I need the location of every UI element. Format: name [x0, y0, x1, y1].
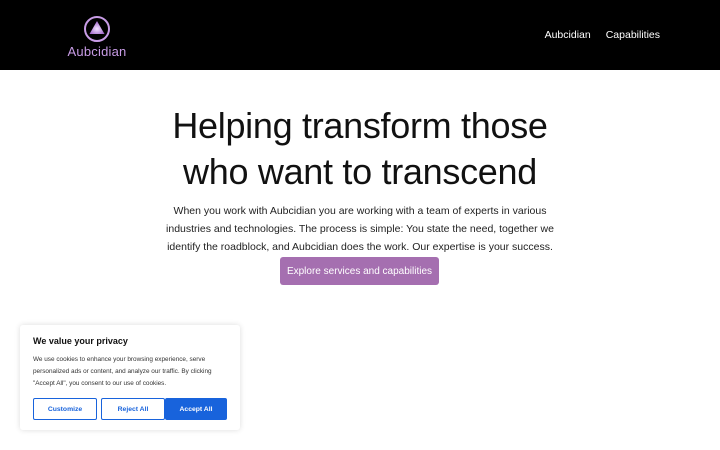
hero-description: When you work with Aubcidian you are wor…	[166, 205, 554, 253]
customize-button[interactable]: Customize	[33, 398, 97, 420]
cookie-banner-title: We value your privacy	[33, 336, 128, 346]
hero-title-line-2: who want to transcend	[183, 151, 537, 192]
hero-title: Helping transform those who want to tran…	[0, 103, 720, 195]
hero-title-line-1: Helping transform those	[172, 105, 548, 146]
hero-section: Helping transform those who want to tran…	[0, 103, 720, 256]
nav-link-aubcidian[interactable]: Aubcidian	[545, 29, 591, 41]
top-navigation-bar: Aubcidian Aubcidian Capabilities	[0, 0, 720, 70]
brand-logo-link[interactable]: Aubcidian	[66, 14, 128, 59]
main-nav: Aubcidian Capabilities	[545, 29, 660, 41]
brand-name: Aubcidian	[67, 44, 127, 59]
cookie-banner-text: We use cookies to enhance your browsing …	[33, 356, 212, 387]
cookie-consent-banner: We value your privacy We use cookies to …	[20, 325, 240, 430]
reject-all-button[interactable]: Reject All	[101, 398, 165, 420]
nav-link-capabilities[interactable]: Capabilities	[606, 29, 660, 41]
accept-all-button[interactable]: Accept All	[165, 398, 227, 420]
explore-services-button[interactable]: Explore services and capabilities	[280, 257, 439, 285]
triangle-in-circle-icon	[84, 16, 110, 42]
